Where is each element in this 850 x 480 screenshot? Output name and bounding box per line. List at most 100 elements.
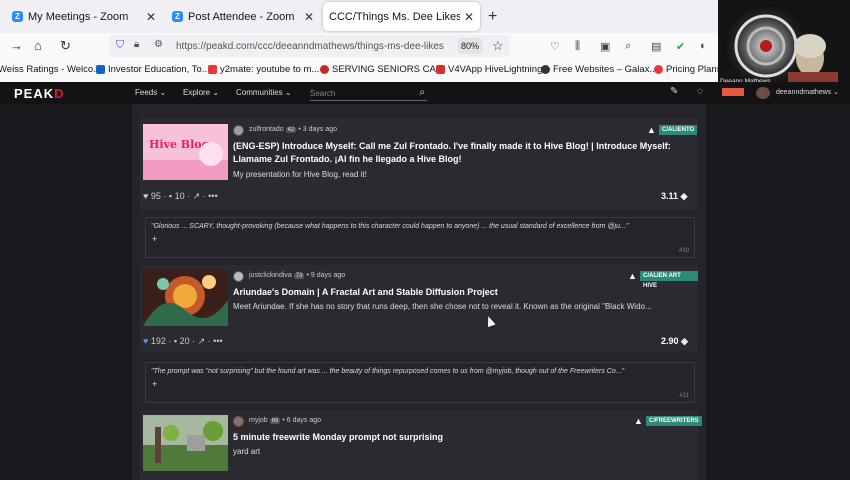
- bookmark-favicon-icon: [96, 65, 105, 74]
- url-text[interactable]: https://peakd.com/ccc/deeanndmathews/thi…: [176, 41, 444, 52]
- tab-ccc-things[interactable]: CCC/Things Ms. Dee Likes, Edition 1 ✕: [323, 2, 480, 31]
- pencil-icon[interactable]: ✎: [670, 86, 678, 97]
- post-title[interactable]: Ariundae's Domain | A Fractal Art and St…: [233, 286, 673, 299]
- payout-value[interactable]: 2.90 ◈: [661, 336, 688, 347]
- lock-icon[interactable]: 🔒︎: [134, 39, 139, 50]
- comment-icon[interactable]: ▪: [169, 191, 172, 201]
- browser-chrome: Z My Meetings - Zoom ✕ Z Post Attendee -…: [0, 0, 727, 82]
- bookmark-weiss[interactable]: Weiss Ratings - Welco...: [0, 64, 101, 75]
- close-icon[interactable]: ✕: [146, 10, 156, 24]
- pocket-icon[interactable]: ♡: [550, 40, 560, 53]
- wallet-icon[interactable]: [722, 88, 744, 96]
- post-age: 6 days ago: [286, 417, 322, 424]
- library-icon[interactable]: ⫼: [575, 40, 580, 53]
- post-thumbnail[interactable]: [143, 415, 228, 471]
- post-thumbnail[interactable]: [143, 270, 228, 326]
- home-icon[interactable]: ⌂: [34, 38, 42, 53]
- post-title[interactable]: (ENG-ESP) Introduce Myself: Call me Zul …: [233, 140, 673, 166]
- zoom-search-icon[interactable]: ⌕: [625, 40, 631, 53]
- community-badge[interactable]: C/ALIEN ART HIVE: [640, 271, 698, 289]
- author-name[interactable]: zulfrontado: [249, 126, 284, 133]
- vote-count: 95: [150, 191, 161, 201]
- extension-icon[interactable]: ▤: [651, 40, 661, 53]
- quote-text: "The prompt was "not surprising" but the…: [151, 368, 625, 375]
- author-avatar[interactable]: [233, 416, 244, 427]
- post-meta: myjob 69 • 6 days ago: [249, 417, 322, 424]
- post-card[interactable]: myjob 69 • 6 days ago ▲ C/FREEWRITERS 5 mi…: [140, 410, 702, 480]
- bookmark-favicon-icon: [654, 65, 663, 74]
- hbd-icon: ◈: [681, 336, 688, 346]
- post-description[interactable]: Meet Ariundae. If she has no story that …: [233, 302, 652, 311]
- post-description[interactable]: yard art: [233, 447, 260, 456]
- username[interactable]: deeanndmathews ⌄: [776, 88, 839, 96]
- more-icon[interactable]: •••: [213, 336, 222, 346]
- zoom-level[interactable]: 80%: [458, 38, 482, 54]
- search-input[interactable]: Search ⌕: [310, 86, 427, 101]
- tab-label: Post Attendee - Zoom: [188, 10, 295, 23]
- vote-count: 192: [150, 336, 166, 346]
- bookmark-favicon-icon: [436, 65, 445, 74]
- post-thumbnail[interactable]: Hive Blog: [143, 124, 228, 180]
- url-bar[interactable]: ⛉ 🔒︎ ⚙ https://peakd.com/ccc/deeanndmath…: [110, 35, 510, 57]
- post-meta: justclickindiva 73 • 9 days ago: [249, 272, 346, 279]
- tab-post-attendee[interactable]: Z Post Attendee - Zoom ✕: [166, 2, 320, 31]
- back-icon[interactable]: →: [10, 38, 23, 53]
- search-icon[interactable]: ⌕: [419, 87, 425, 98]
- peakd-logo[interactable]: PEAKD: [14, 86, 65, 101]
- author-name[interactable]: justclickindiva: [249, 272, 292, 279]
- post-card[interactable]: Hive Blog zulfrontado 42 • 3 days ago ▲ C/…: [140, 118, 698, 210]
- bookmark-y2mate[interactable]: y2mate: youtube to m...: [208, 64, 319, 75]
- post-meta: zulfrontado 42 • 3 days ago: [249, 126, 337, 133]
- author-avatar[interactable]: [233, 125, 244, 136]
- plus-icon[interactable]: +: [152, 234, 157, 244]
- bookmarks-bar: Weiss Ratings - Welco... Investor Educat…: [0, 59, 727, 81]
- bookmark-favicon-icon: [208, 65, 217, 74]
- nav-explore[interactable]: Explore ⌄: [183, 88, 219, 97]
- share-icon[interactable]: ↗: [198, 336, 206, 346]
- author-name[interactable]: myjob: [249, 417, 268, 424]
- post-description[interactable]: My presentation for Hive Blog, read it!: [233, 170, 367, 179]
- community-badge[interactable]: C/FREEWRITERS: [646, 416, 702, 426]
- post-age: 3 days ago: [302, 126, 337, 133]
- curation-comment[interactable]: "Glorious ... SCARY, thought-provoking (…: [145, 217, 695, 258]
- heart-icon[interactable]: ♥: [143, 191, 148, 201]
- bookmark-free-websites[interactable]: Free Websites – Galax...: [541, 64, 657, 75]
- post-age: 9 days ago: [310, 272, 346, 279]
- payout-value[interactable]: 3.11 ◈: [661, 191, 687, 202]
- author-avatar[interactable]: [233, 271, 244, 282]
- curation-comment[interactable]: "The prompt was "not surprising" but the…: [145, 362, 695, 403]
- user-avatar[interactable]: [756, 87, 770, 99]
- nav-feeds[interactable]: Feeds ⌄: [135, 88, 166, 97]
- account-icon[interactable]: ◐: [700, 40, 707, 52]
- more-icon[interactable]: •••: [208, 191, 217, 201]
- new-tab-button[interactable]: +: [488, 8, 497, 26]
- notifications-icon[interactable]: ◌: [697, 86, 703, 97]
- sidebar-icon[interactable]: ▣: [600, 40, 610, 53]
- bookmark-star-icon[interactable]: ☆: [492, 38, 504, 54]
- bookmark-favicon-icon: [320, 65, 329, 74]
- nav-communities[interactable]: Communities ⌄: [236, 88, 292, 97]
- shield-icon[interactable]: ⛉: [116, 39, 124, 52]
- community-badge[interactable]: C/ALIENTO: [659, 125, 698, 135]
- zoom-icon: Z: [172, 11, 183, 22]
- heart-icon[interactable]: ♥: [143, 336, 148, 346]
- share-icon[interactable]: ↗: [193, 191, 201, 201]
- permissions-icon[interactable]: ⚙: [154, 39, 163, 50]
- comment-icon[interactable]: ▪: [174, 336, 177, 346]
- post-title[interactable]: 5 minute freewrite Monday prompt not sur…: [233, 431, 673, 444]
- bookmark-serving[interactable]: SERVING SENIORS CA...: [320, 64, 444, 75]
- close-icon[interactable]: ✕: [464, 10, 474, 24]
- comment-count: 10: [174, 191, 185, 201]
- check-extension-icon[interactable]: ✔: [676, 40, 685, 53]
- post-card[interactable]: justclickindiva 73 • 9 days ago ▲ C/ALIEN …: [140, 265, 698, 351]
- bookmark-v4vapp[interactable]: V4VApp HiveLightning: [436, 64, 542, 75]
- bookmark-pricing[interactable]: Pricing Plans |: [654, 64, 727, 75]
- plus-icon[interactable]: +: [152, 379, 157, 389]
- hive-logo-icon: ▲: [634, 416, 643, 426]
- zoom-icon: Z: [12, 11, 23, 22]
- close-icon[interactable]: ✕: [304, 10, 314, 24]
- tab-my-meetings[interactable]: Z My Meetings - Zoom ✕: [6, 2, 162, 31]
- quote-text: "Glorious ... SCARY, thought-provoking (…: [151, 223, 629, 230]
- bookmark-investor[interactable]: Investor Education, To...: [96, 64, 210, 75]
- reload-icon[interactable]: ↻: [60, 38, 71, 54]
